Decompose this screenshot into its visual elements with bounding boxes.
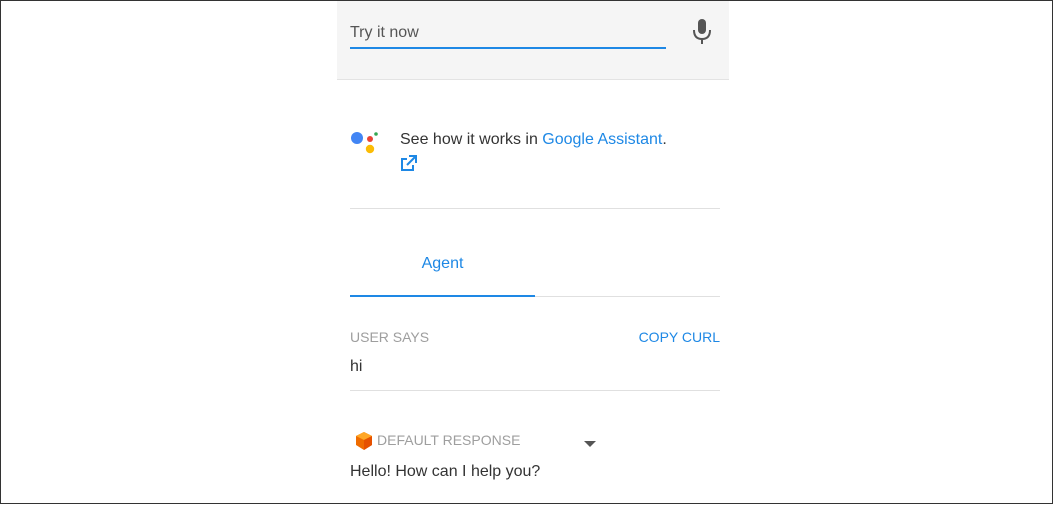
assistant-text: See how it works in [400, 131, 543, 148]
google-assistant-logo-icon [350, 128, 380, 156]
assistant-description: See how it works in Google Assistant. [400, 130, 667, 150]
tab-agent[interactable]: Agent [350, 241, 535, 296]
assistant-suffix: . [662, 131, 667, 148]
user-says-label: USER SAYS [350, 329, 430, 345]
active-tab-indicator [350, 295, 535, 297]
chevron-down-icon[interactable] [584, 436, 596, 447]
response-cube-icon [354, 431, 374, 451]
user-says-value: hi [350, 358, 363, 375]
try-it-input[interactable] [350, 19, 666, 49]
try-it-bar [337, 1, 729, 80]
google-assistant-link[interactable]: Google Assistant [542, 131, 662, 148]
test-console-panel: See how it works in Google Assistant. Ag… [337, 1, 729, 505]
external-link-icon[interactable] [400, 155, 417, 172]
default-response-value: Hello! How can I help you? [350, 463, 541, 480]
divider [350, 208, 720, 209]
copy-curl-button[interactable]: COPY CURL [639, 329, 720, 345]
default-response-label: DEFAULT RESPONSE [377, 432, 521, 448]
microphone-icon[interactable] [691, 18, 713, 46]
divider [350, 390, 720, 391]
